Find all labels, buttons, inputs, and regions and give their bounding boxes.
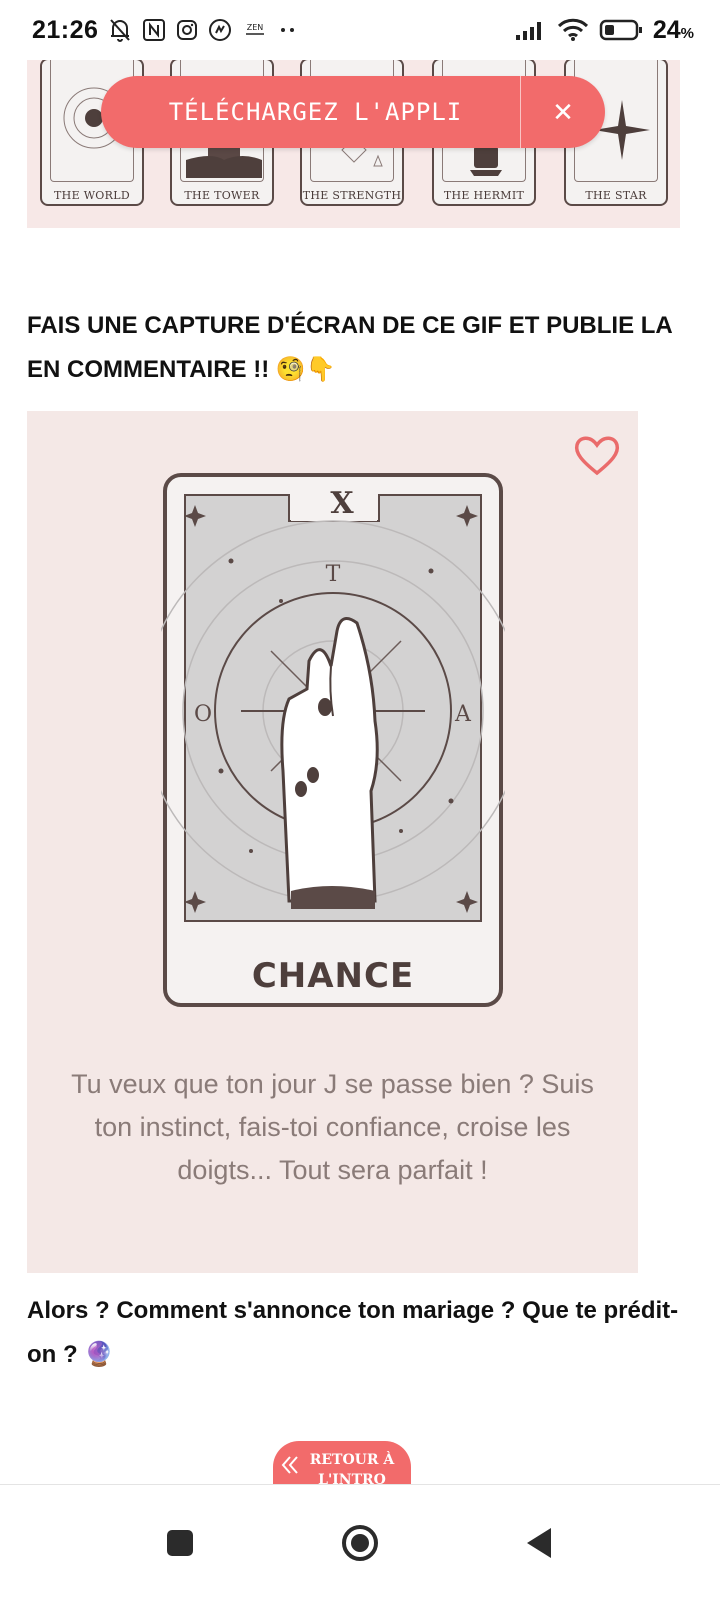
- tarot-card-label: THE STAR: [585, 189, 647, 202]
- recents-square-icon: [167, 1529, 193, 1556]
- instagram-icon: [176, 19, 198, 41]
- battery-percent: 24%: [653, 16, 694, 45]
- status-right: 24%: [515, 16, 694, 45]
- battery-icon: [599, 19, 643, 41]
- chance-card-illustration: T O A: [161, 473, 505, 1007]
- article-headline: FAIS UNE CAPTURE D'ÉCRAN DE CE GIF ET PU…: [27, 312, 672, 383]
- back-button[interactable]: [510, 1513, 570, 1573]
- notifications-off-icon: [108, 17, 132, 43]
- status-time: 21:26: [32, 15, 99, 44]
- status-bar: 21:26 ZEN 24%: [0, 0, 720, 60]
- tarot-card-label: THE WORLD: [54, 189, 130, 202]
- tarot-card-label: THE TOWER: [184, 189, 260, 202]
- card-numeral: X: [330, 486, 354, 521]
- battery-value: 24: [652, 15, 681, 44]
- card-caption: Tu veux que ton jour J se passe bien ? S…: [71, 1069, 594, 1185]
- back-to-intro-button[interactable]: RETOUR À L'INTRO: [273, 1441, 411, 1489]
- activity-icon: [208, 18, 232, 42]
- signal-icon: [515, 19, 547, 41]
- svg-text:A: A: [454, 702, 472, 727]
- battery-suffix: %: [680, 24, 694, 42]
- heart-icon[interactable]: [572, 433, 622, 479]
- recents-button[interactable]: [150, 1513, 210, 1573]
- tarot-card-label: THE HERMIT: [443, 189, 525, 202]
- svg-text:T: T: [326, 562, 341, 587]
- svg-text:ZEN: ZEN: [247, 23, 264, 32]
- nfc-icon: [142, 18, 166, 42]
- close-banner-button[interactable]: ✕: [521, 76, 605, 148]
- more-dots-icon: [278, 26, 298, 34]
- app-download-banner: TÉLÉCHARGEZ L'APPLI ✕: [101, 76, 605, 148]
- tarot-card-label: THE STRENGTH: [302, 189, 402, 202]
- article-question: Alors ? Comment s'annonce ton mariage ? …: [27, 1297, 679, 1368]
- back-triangle-icon: [527, 1527, 551, 1558]
- back-to-intro-label: RETOUR À L'INTRO: [309, 1452, 395, 1488]
- download-app-button[interactable]: TÉLÉCHARGEZ L'APPLI: [101, 76, 521, 148]
- card-name: CHANCE: [251, 956, 415, 996]
- close-icon: ✕: [552, 96, 574, 127]
- double-chevron-left-icon: [273, 1448, 307, 1482]
- status-left: 21:26 ZEN: [32, 16, 298, 45]
- svg-text:O: O: [194, 702, 212, 727]
- zen-icon: ZEN: [242, 20, 268, 40]
- wifi-icon: [557, 18, 589, 42]
- home-button[interactable]: [330, 1513, 390, 1573]
- home-circle-icon: [342, 1524, 378, 1561]
- android-nav-bar: [0, 1484, 720, 1600]
- chance-tarot-gif[interactable]: T O A X CHANCE Tu veux que ton jour J se…: [27, 411, 638, 1273]
